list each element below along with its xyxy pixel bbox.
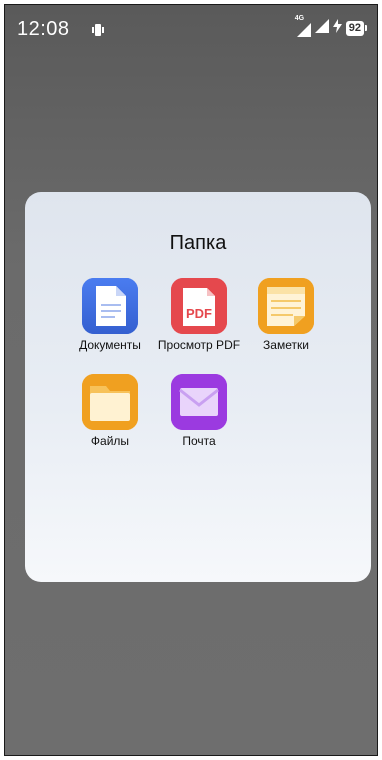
- app-label: Документы: [79, 338, 141, 352]
- app-mail[interactable]: Почта: [154, 374, 244, 448]
- pdf-icon: PDF: [171, 278, 227, 334]
- app-documents[interactable]: Документы: [65, 278, 155, 352]
- app-label: Просмотр PDF: [157, 338, 241, 352]
- folder-title[interactable]: Папка: [25, 232, 371, 255]
- battery-tip: [365, 25, 367, 31]
- app-pdf-viewer[interactable]: PDF Просмотр PDF: [154, 278, 244, 352]
- network-signal-icon: 4G: [295, 15, 311, 37]
- phone-screen: 12:08 4G 92 Папка Документы PDF Просмотр…: [4, 4, 378, 756]
- app-folder: Папка Документы PDF Просмотр PDF Заметки…: [25, 192, 371, 582]
- status-icons: 4G 92: [295, 15, 367, 38]
- mail-icon: [171, 374, 227, 430]
- app-label: Почта: [182, 434, 216, 448]
- app-files[interactable]: Файлы: [65, 374, 155, 448]
- app-label: Файлы: [90, 434, 130, 448]
- battery-indicator: 92: [345, 20, 367, 36]
- app-notes[interactable]: Заметки: [241, 278, 331, 352]
- charging-icon: [332, 18, 342, 38]
- battery-level: 92: [345, 20, 364, 36]
- status-time: 12:08: [17, 18, 70, 40]
- notes-icon: [258, 278, 314, 334]
- cell-signal-icon: [314, 18, 329, 38]
- status-bar: 12:08 4G 92: [5, 5, 377, 53]
- vibrate-icon: [91, 23, 105, 42]
- app-label: Заметки: [263, 338, 309, 352]
- docs-icon: [82, 278, 138, 334]
- network-type-label: 4G: [294, 15, 305, 22]
- files-icon: [82, 374, 138, 430]
- pdf-icon-text: PDF: [186, 306, 212, 321]
